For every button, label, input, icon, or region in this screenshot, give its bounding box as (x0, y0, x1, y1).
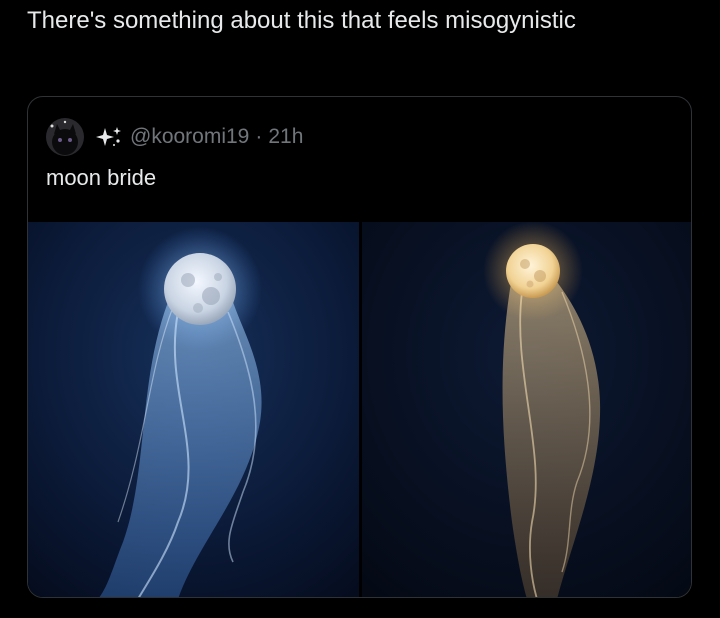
sparkle-star-icon (96, 127, 121, 146)
quoted-tweet-text: moon bride (46, 165, 157, 190)
handle-and-time: @kooromi19 · 21h (130, 125, 303, 149)
quoted-tweet-card[interactable]: @kooromi19 · 21h moon bride (27, 96, 692, 598)
tweet-text: There's something about this that feels … (27, 7, 576, 34)
display-name[interactable] (94, 124, 124, 150)
dark-cat-avatar-icon[interactable] (46, 118, 84, 156)
user-handle[interactable]: @kooromi19 (130, 125, 249, 148)
quoted-tweet-header: @kooromi19 · 21h (46, 118, 303, 156)
blue-moon-veil-image[interactable] (28, 222, 359, 597)
media-grid (28, 222, 691, 597)
separator-dot: · (255, 125, 263, 148)
golden-moon-veil-image[interactable] (362, 222, 691, 597)
timestamp[interactable]: 21h (268, 125, 303, 148)
